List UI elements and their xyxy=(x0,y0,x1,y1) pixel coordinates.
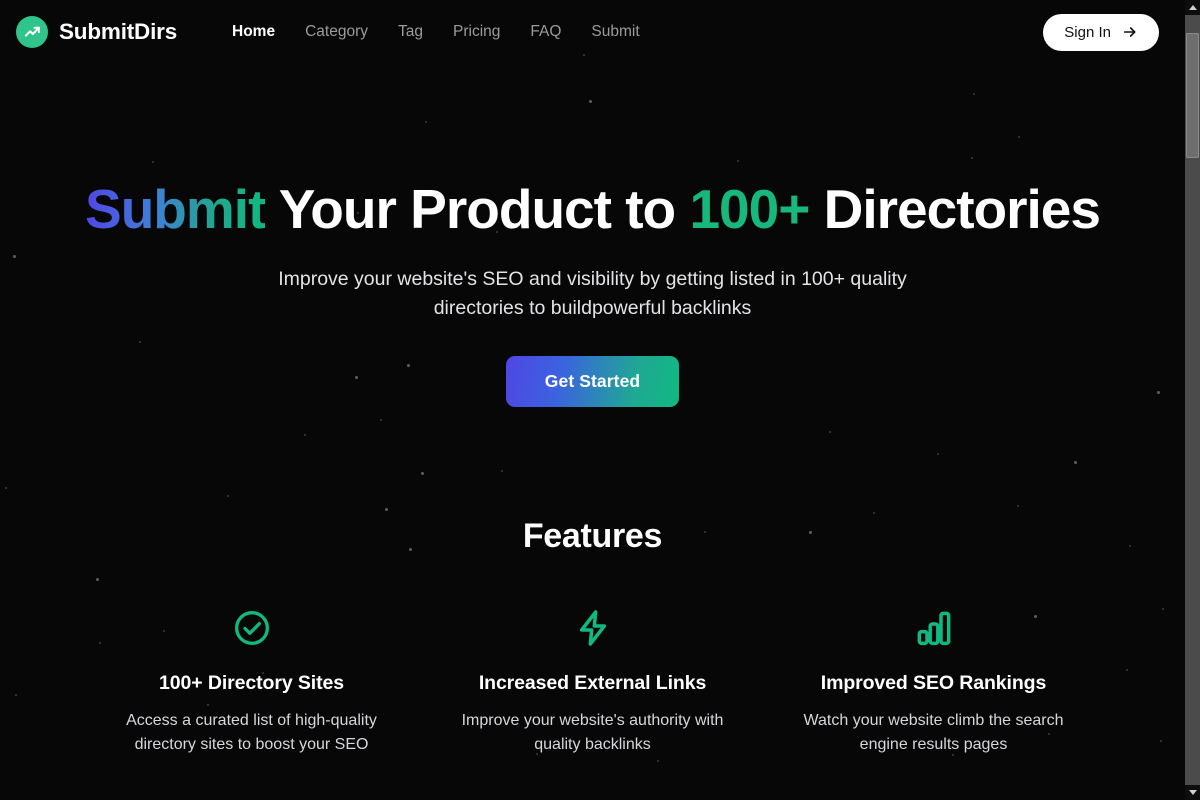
nav-item-submit[interactable]: Submit xyxy=(576,17,654,47)
page-root: SubmitDirs Home Category Tag Pricing FAQ… xyxy=(0,0,1185,800)
sign-in-button[interactable]: Sign In xyxy=(1043,13,1159,51)
hero-cta-wrapper: Get Started xyxy=(0,355,1185,407)
check-circle-icon xyxy=(99,606,404,650)
main-nav: Home Category Tag Pricing FAQ Submit xyxy=(217,17,655,47)
site-header: SubmitDirs Home Category Tag Pricing FAQ… xyxy=(0,0,1185,64)
star-dot xyxy=(304,434,306,436)
trending-up-circle-icon xyxy=(16,16,48,48)
bar-chart-icon xyxy=(781,606,1086,650)
star-dot xyxy=(1074,461,1077,464)
brand-name: SubmitDirs xyxy=(59,19,178,44)
star-dot xyxy=(421,472,424,475)
lightning-bolt-icon xyxy=(440,606,745,650)
star-dot xyxy=(385,508,388,511)
star-dot xyxy=(501,470,503,472)
nav-item-faq[interactable]: FAQ xyxy=(515,17,576,47)
arrow-right-icon xyxy=(1122,24,1138,40)
hero-subtitle: Improve your website's SEO and visibilit… xyxy=(278,268,907,319)
nav-item-pricing[interactable]: Pricing xyxy=(438,17,515,47)
page-title: Submit Your Product to 100+ Directories xyxy=(0,178,1185,240)
features-grid: 100+ Directory Sites Access a curated li… xyxy=(0,606,1185,758)
hero-title-mid: Your Product to xyxy=(265,178,690,240)
feature-card-directory-sites: 100+ Directory Sites Access a curated li… xyxy=(81,606,422,758)
star-dot xyxy=(657,760,659,762)
nav-item-tag[interactable]: Tag xyxy=(383,17,438,47)
scroll-down-arrow-icon[interactable] xyxy=(1185,785,1200,800)
hero-title-end: Directories xyxy=(809,178,1101,240)
hero-section: Submit Your Product to 100+ Directories … xyxy=(0,64,1185,407)
star-dot xyxy=(873,512,875,514)
star-dot xyxy=(1017,505,1019,507)
scrollbar-thumb[interactable] xyxy=(1186,33,1199,158)
star-dot xyxy=(380,419,382,421)
star-dot xyxy=(829,431,831,433)
scrollbar-track[interactable] xyxy=(1185,15,1200,785)
feature-description: Watch your website climb the search engi… xyxy=(803,711,1064,754)
sign-in-label: Sign In xyxy=(1064,23,1111,41)
star-dot xyxy=(937,453,939,455)
feature-card-external-links: Increased External Links Improve your we… xyxy=(422,606,763,758)
feature-description: Improve your website's authority with qu… xyxy=(461,711,724,754)
features-heading: Features xyxy=(522,516,663,555)
hero-title-gradient-word: Submit xyxy=(85,178,266,240)
feature-description: Access a curated list of high-quality di… xyxy=(126,711,377,754)
feature-title: Improved SEO Rankings xyxy=(820,671,1047,694)
scroll-up-arrow-icon[interactable] xyxy=(1185,0,1200,15)
features-section: Features 100+ Directory Sites Access a c… xyxy=(0,517,1185,758)
nav-item-home[interactable]: Home xyxy=(217,17,290,47)
feature-title: 100+ Directory Sites xyxy=(159,671,344,694)
brand-logo[interactable]: SubmitDirs xyxy=(16,16,177,48)
hero-title-count: 100+ xyxy=(689,178,810,240)
star-dot xyxy=(5,487,7,489)
vertical-scrollbar[interactable] xyxy=(1185,0,1200,800)
feature-title: Increased External Links xyxy=(478,671,707,694)
star-dot xyxy=(227,495,229,497)
get-started-button[interactable]: Get Started xyxy=(505,355,680,407)
nav-item-category[interactable]: Category xyxy=(290,17,383,47)
feature-card-seo-rankings: Improved SEO Rankings Watch your website… xyxy=(763,606,1104,758)
